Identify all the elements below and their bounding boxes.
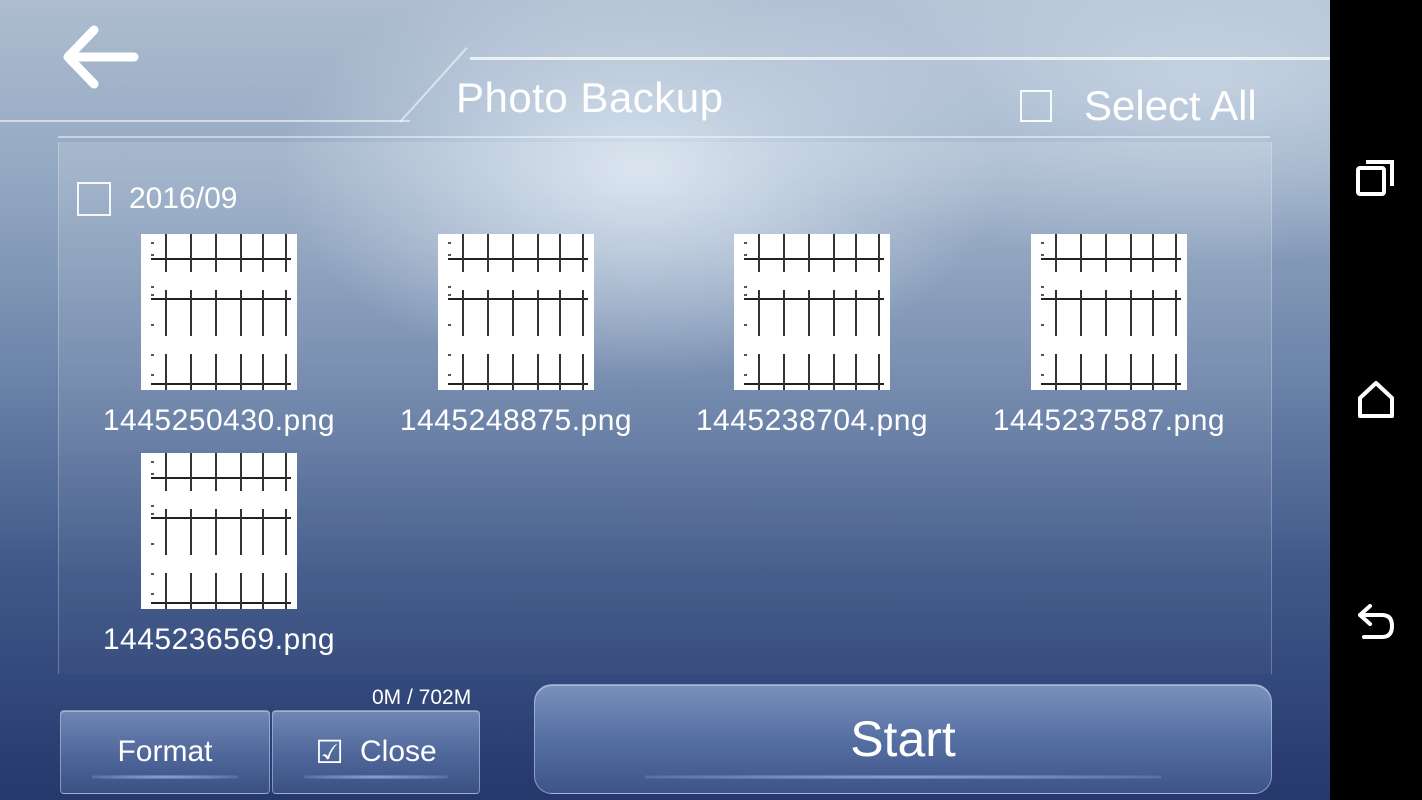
storage-usage: 0M / 702M bbox=[372, 686, 472, 709]
thumbnail-image bbox=[151, 453, 291, 609]
page-title: Photo Backup bbox=[456, 74, 724, 121]
android-nav-bar bbox=[1330, 0, 1422, 800]
home-icon bbox=[1358, 381, 1394, 418]
photo-filename: 1445248875.png bbox=[399, 404, 633, 437]
back-arrow-icon bbox=[63, 25, 139, 89]
button-glow bbox=[645, 775, 1161, 779]
photo-filename: 1445238704.png bbox=[695, 404, 929, 437]
back-button[interactable] bbox=[58, 24, 142, 90]
start-label: Start bbox=[850, 711, 956, 767]
photo-item[interactable]: 1445237587.png bbox=[979, 234, 1239, 438]
home-button[interactable] bbox=[1354, 378, 1398, 422]
checkbox-icon[interactable] bbox=[1020, 90, 1052, 122]
photo-list-panel[interactable]: 2016/09 1445250430.png 1445248875.png 14… bbox=[58, 142, 1272, 674]
format-label: Format bbox=[117, 735, 213, 768]
date-group-checkbox[interactable]: 2016/09 bbox=[77, 182, 237, 216]
photo-thumbnail[interactable] bbox=[734, 234, 890, 390]
recents-icon bbox=[1356, 160, 1394, 196]
photo-filename: 1445250430.png bbox=[102, 404, 336, 437]
thumbnail-image bbox=[151, 234, 291, 390]
photo-thumbnail[interactable] bbox=[1031, 234, 1187, 390]
close-label: Close bbox=[359, 735, 437, 768]
select-all-label: Select All bbox=[1084, 82, 1257, 129]
button-glow bbox=[92, 775, 238, 779]
header-divider-left bbox=[0, 120, 410, 122]
checkbox-icon[interactable] bbox=[77, 182, 111, 216]
start-button[interactable]: Start bbox=[534, 684, 1272, 794]
button-glow bbox=[303, 775, 449, 779]
nav-back-button[interactable] bbox=[1354, 600, 1398, 644]
nav-back-icon bbox=[1358, 604, 1395, 639]
recents-button[interactable] bbox=[1354, 156, 1398, 200]
photo-thumbnail[interactable] bbox=[141, 453, 297, 609]
close-toggle-button[interactable]: ☑ Close bbox=[272, 710, 480, 794]
thumbnail-image bbox=[744, 234, 884, 390]
photo-backup-screen: Photo Backup Select All 2016/09 14452504… bbox=[0, 0, 1330, 800]
date-group-label: 2016/09 bbox=[129, 182, 238, 215]
thumbnail-image bbox=[1041, 234, 1181, 390]
header-underline bbox=[58, 136, 1270, 138]
header-divider-right bbox=[470, 57, 1330, 60]
photo-thumbnail[interactable] bbox=[438, 234, 594, 390]
photo-item[interactable]: 1445238704.png bbox=[682, 234, 942, 438]
photo-item[interactable]: 1445236569.png bbox=[89, 453, 349, 657]
checked-box-icon[interactable]: ☑ bbox=[315, 733, 344, 771]
thumbnail-image bbox=[448, 234, 588, 390]
select-all-checkbox[interactable]: Select All bbox=[1020, 80, 1257, 132]
format-button[interactable]: Format bbox=[60, 710, 270, 794]
photo-item[interactable]: 1445248875.png bbox=[386, 234, 646, 438]
photo-filename: 1445237587.png bbox=[992, 404, 1226, 437]
photo-thumbnail[interactable] bbox=[141, 234, 297, 390]
photo-item[interactable]: 1445250430.png bbox=[89, 234, 349, 438]
photo-filename: 1445236569.png bbox=[102, 623, 336, 656]
